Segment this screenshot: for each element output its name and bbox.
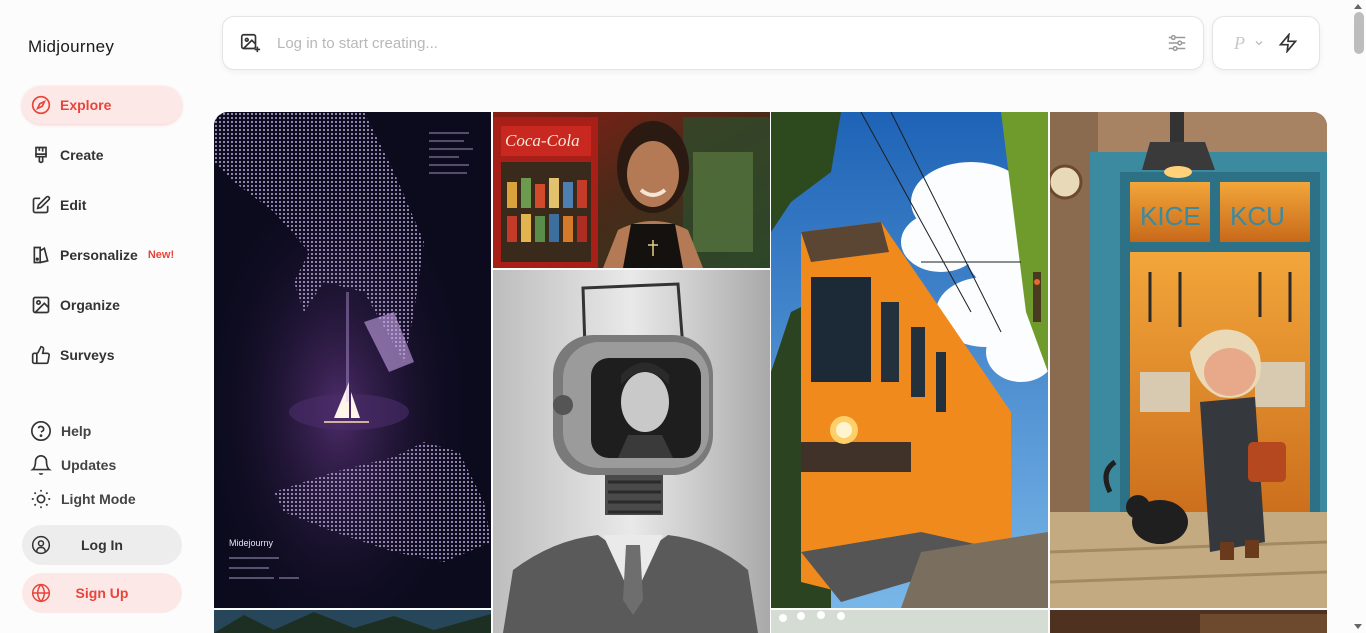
mode-selector[interactable]: P bbox=[1212, 16, 1320, 70]
add-image-icon[interactable] bbox=[239, 32, 261, 54]
train-artwork bbox=[771, 112, 1048, 608]
light-mode-label: Light Mode bbox=[61, 491, 136, 507]
svg-text:Coca-Cola: Coca-Cola bbox=[505, 131, 580, 150]
nav-label-explore: Explore bbox=[60, 97, 112, 113]
nav-item-explore[interactable]: Explore bbox=[22, 86, 182, 124]
nav-item-edit[interactable]: Edit bbox=[22, 186, 182, 224]
chevron-down-icon[interactable] bbox=[1253, 37, 1265, 49]
scroll-up-arrow-icon[interactable] bbox=[1354, 4, 1362, 9]
mode-letter[interactable]: P bbox=[1234, 33, 1245, 54]
warm-scene-artwork bbox=[1050, 610, 1327, 633]
gallery-image-figurine-scene[interactable]: KICE KCU bbox=[1050, 112, 1327, 608]
login-label: Log In bbox=[81, 537, 123, 553]
personalize-icon bbox=[33, 246, 49, 264]
thumbs-up-icon bbox=[31, 345, 50, 365]
help-label: Help bbox=[61, 423, 92, 439]
new-badge: New! bbox=[147, 249, 175, 261]
poster-title: Midejourny bbox=[229, 538, 274, 548]
login-button[interactable]: Log In bbox=[22, 525, 182, 565]
scroll-thumb[interactable] bbox=[1354, 12, 1364, 54]
user-circle-icon bbox=[31, 535, 51, 555]
bell-icon bbox=[30, 455, 52, 476]
page-scrollbar[interactable] bbox=[1349, 0, 1366, 633]
svg-text:KCU: KCU bbox=[1230, 201, 1285, 231]
scroll-down-arrow-icon[interactable] bbox=[1354, 624, 1362, 629]
gallery-image-warm-scene[interactable] bbox=[1050, 610, 1327, 633]
nav-item-personalize[interactable]: Personalize New! bbox=[22, 236, 182, 274]
gallery-image-hands-poster[interactable]: Midejourny bbox=[214, 112, 491, 608]
nav-label-personalize: Personalize bbox=[60, 247, 138, 263]
portrait-artwork: Coca-Cola bbox=[493, 112, 770, 268]
updates-label: Updates bbox=[61, 457, 117, 473]
gallery-image-tv-head[interactable] bbox=[493, 270, 770, 633]
nav-item-surveys[interactable]: Surveys bbox=[22, 336, 182, 374]
prompt-input[interactable]: Log in to start creating... bbox=[277, 35, 1166, 52]
compass-icon bbox=[31, 95, 51, 115]
signup-label: Sign Up bbox=[75, 585, 129, 601]
edit-icon bbox=[32, 195, 51, 214]
gallery-image-forest[interactable] bbox=[214, 610, 491, 633]
light-mode-toggle[interactable]: Light Mode bbox=[30, 488, 136, 510]
nav-label-create: Create bbox=[60, 147, 104, 163]
nav-label-surveys: Surveys bbox=[60, 347, 115, 363]
brush-icon bbox=[35, 146, 47, 164]
nav-label-edit: Edit bbox=[60, 197, 87, 213]
svg-text:KICE: KICE bbox=[1140, 201, 1201, 231]
settings-sliders-icon[interactable] bbox=[1166, 32, 1188, 54]
lightning-icon[interactable] bbox=[1278, 33, 1298, 53]
image-gallery-icon bbox=[32, 296, 50, 314]
sun-icon bbox=[31, 489, 51, 509]
signup-button[interactable]: Sign Up bbox=[22, 573, 182, 613]
tv-head-artwork bbox=[493, 270, 770, 633]
prompt-bar[interactable]: Log in to start creating... bbox=[222, 16, 1204, 70]
nav-label-organize: Organize bbox=[60, 297, 120, 313]
nav-item-create[interactable]: Create bbox=[22, 136, 182, 174]
gallery-image-light-scene[interactable] bbox=[771, 610, 1048, 633]
gallery-image-vending-portrait[interactable]: Coca-Cola bbox=[493, 112, 770, 268]
gallery-image-orange-train[interactable] bbox=[771, 112, 1048, 608]
help-link[interactable]: Help bbox=[30, 420, 91, 442]
sidebar: Midjourney Explore Create Edit Personali… bbox=[0, 0, 200, 633]
figurine-artwork: KICE KCU bbox=[1050, 112, 1327, 608]
app-logo[interactable]: Midjourney bbox=[28, 37, 114, 57]
nav-item-organize[interactable]: Organize bbox=[22, 286, 182, 324]
help-icon bbox=[31, 421, 51, 441]
explore-gallery: Midejourny Coca-Cola KICE KCU bbox=[214, 112, 1327, 633]
updates-link[interactable]: Updates bbox=[30, 454, 116, 476]
forest-artwork bbox=[214, 610, 491, 633]
hands-artwork bbox=[214, 112, 491, 608]
globe-icon bbox=[31, 583, 51, 603]
light-scene-artwork bbox=[771, 610, 1048, 633]
